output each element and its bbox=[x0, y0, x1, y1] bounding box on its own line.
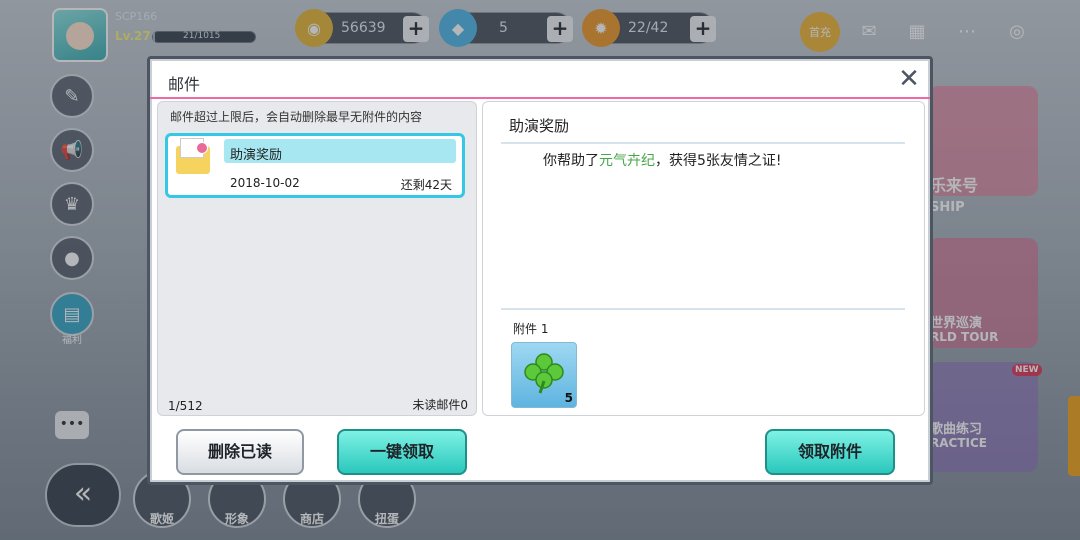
attachment-count: 5 bbox=[564, 391, 573, 405]
mail-dialog: 邮件 ✕ 邮件超过上限后，会自动删除最早无附件的内容 助演奖励 2018-10-… bbox=[147, 56, 933, 485]
mail-list-item[interactable]: 助演奖励 2018-10-02 还剩42天 bbox=[165, 133, 465, 198]
mail-dialog-title: 邮件 bbox=[168, 75, 201, 94]
mail-date: 2018-10-02 bbox=[230, 176, 300, 190]
mail-dialog-header: 邮件 ✕ bbox=[150, 59, 930, 99]
attachment-label: 附件 1 bbox=[513, 322, 549, 336]
claim-all-button[interactable]: 一键领取 bbox=[337, 429, 467, 475]
claim-attachment-button[interactable]: 领取附件 bbox=[765, 429, 895, 475]
delete-read-button[interactable]: 删除已读 bbox=[176, 429, 304, 475]
mail-list-panel: 邮件超过上限后，会自动删除最早无附件的内容 助演奖励 2018-10-02 还剩… bbox=[157, 101, 477, 416]
mail-detail-panel: 助演奖励 你帮助了元气卉纪，获得5张友情之证! 附件 1 5 bbox=[482, 101, 925, 416]
body-prefix: 你帮助了 bbox=[543, 153, 599, 169]
mail-count: 1/512 bbox=[168, 399, 203, 413]
mail-detail-body: 你帮助了元气卉纪，获得5张友情之证! bbox=[543, 150, 782, 170]
mail-remaining-days: 还剩42天 bbox=[400, 178, 452, 192]
close-icon[interactable]: ✕ bbox=[894, 65, 924, 95]
mail-limit-notice: 邮件超过上限后，会自动删除最早无附件的内容 bbox=[170, 110, 423, 124]
divider bbox=[501, 142, 905, 144]
unread-count: 未读邮件0 bbox=[412, 398, 468, 412]
mail-detail-title: 助演奖励 bbox=[509, 117, 570, 135]
body-highlight-name: 元气卉纪 bbox=[599, 153, 655, 169]
divider bbox=[501, 308, 905, 310]
mail-subject: 助演奖励 bbox=[230, 148, 283, 163]
clover-icon bbox=[524, 353, 564, 394]
mail-badge-icon bbox=[196, 142, 208, 154]
attachment-slot[interactable]: 5 bbox=[511, 342, 577, 408]
body-suffix: ，获得5张友情之证! bbox=[655, 153, 782, 169]
